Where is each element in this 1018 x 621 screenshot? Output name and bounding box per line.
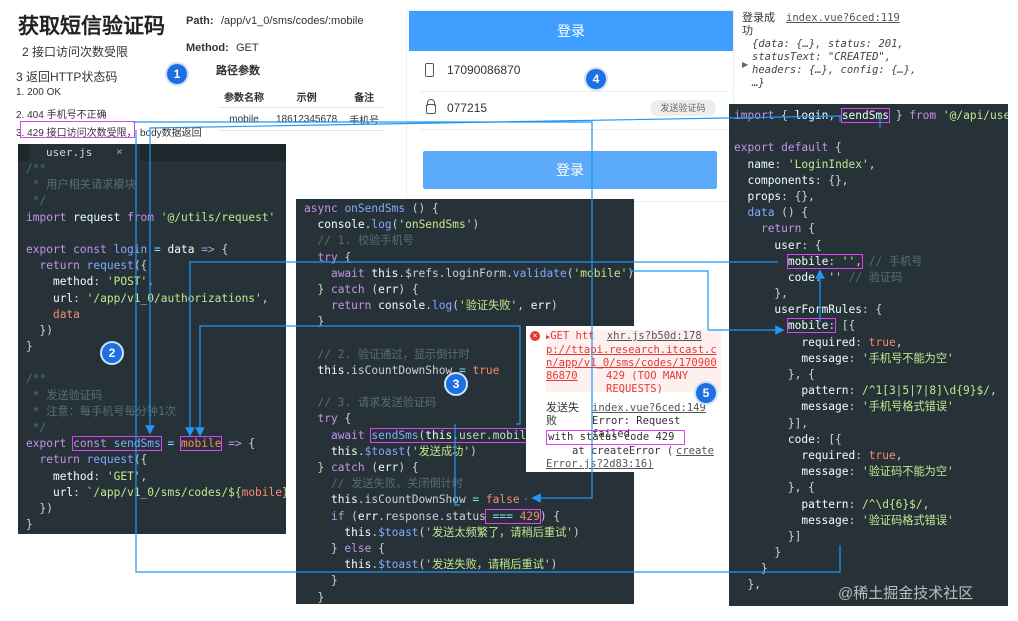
code-panel-user-js: user.js × /** * 用户相关请求模块 */ import reque…: [18, 144, 286, 534]
editor-tab-bar: user.js ×: [18, 144, 286, 161]
editor-tab-label: user.js: [46, 146, 93, 159]
code-input[interactable]: 077215: [447, 101, 487, 115]
fail-label: 发送失败: [546, 402, 579, 427]
login-submit-button[interactable]: 登录: [423, 151, 717, 189]
table-header: 备注: [343, 85, 386, 108]
error-create-link2[interactable]: Error.js?2d83:16): [546, 458, 653, 471]
error-request-line: GET htt: [550, 330, 595, 342]
send-code-button[interactable]: 发送验证码: [650, 100, 716, 116]
badge-4: 4: [586, 69, 606, 89]
method-label: Method:: [186, 42, 229, 54]
point-rate-limit: 2 接口访问次数受限: [22, 45, 129, 59]
console-error: × ▶GET htt xhr.js?b50d:178 p://ttapi.res…: [526, 326, 722, 472]
phone-input[interactable]: 17090086870: [447, 63, 520, 77]
status-404: 2. 404 手机号不正确: [16, 110, 107, 121]
console-source-link[interactable]: index.vue?6ced:119: [786, 12, 900, 24]
status-200: 1. 200 OK: [16, 87, 62, 98]
error-create-link[interactable]: create: [676, 445, 714, 458]
table-cell: 18612345678: [270, 107, 344, 131]
error-icon: ×: [530, 331, 540, 341]
table-cell: mobile: [218, 107, 270, 131]
table-header: 示例: [270, 85, 344, 108]
badge-2: 2: [102, 343, 122, 363]
console-success-message: 登录成功: [742, 12, 775, 37]
error-xhr-link[interactable]: xhr.js?b50d:178: [607, 330, 702, 342]
method-value: GET: [236, 42, 259, 54]
path-value: /app/v1_0/sms/codes/:mobile: [221, 15, 364, 27]
table-header: 参数名称: [218, 85, 270, 108]
status-body-note: body数据返回: [140, 128, 202, 139]
doc-title: 获取短信验证码: [18, 15, 165, 38]
error-at-text: at createError (: [572, 445, 674, 457]
error-block: ▶GET htt xhr.js?b50d:178 p://ttapi.resea…: [546, 330, 721, 395]
login-form-panel: 登录 17090086870 077215 发送验证码 登录: [406, 10, 734, 202]
badge-1: 1: [167, 64, 187, 84]
path-params-label: 路径参数: [216, 65, 260, 77]
phone-icon: [425, 63, 434, 77]
login-header-button[interactable]: 登录: [409, 11, 733, 51]
fail-source-link[interactable]: index.vue?6ced:149: [592, 402, 706, 415]
console-object-preview[interactable]: {data: {…}, status: 201, statusText: "CR…: [752, 38, 924, 90]
watermark: @稀土掘金技术社区: [838, 585, 974, 602]
param-table: 参数名称 示例 备注 mobile 18612345678 手机号: [218, 85, 386, 131]
console-success: 登录成功 index.vue?6ced:119 ▶ {data: {…}, st…: [740, 10, 1010, 102]
error-status-code-text: with status code 429: [546, 430, 686, 445]
input-divider: [419, 129, 729, 130]
path-label: Path:: [186, 15, 214, 27]
lock-shackle-icon: [427, 99, 435, 106]
badge-3: 3: [446, 374, 466, 394]
code-panel-login-index: import { login, sendSms } from '@/api/us…: [729, 104, 1008, 606]
table-cell: 手机号: [343, 107, 386, 131]
editor-tab[interactable]: user.js ×: [30, 144, 140, 161]
status-429-box: [20, 121, 135, 138]
badge-5: 5: [696, 383, 716, 403]
input-divider: [419, 91, 729, 92]
point-http-status: 3 返回HTTP状态码: [16, 70, 118, 84]
close-icon[interactable]: ×: [116, 144, 123, 160]
expand-arrow-icon[interactable]: ▶: [742, 60, 748, 69]
